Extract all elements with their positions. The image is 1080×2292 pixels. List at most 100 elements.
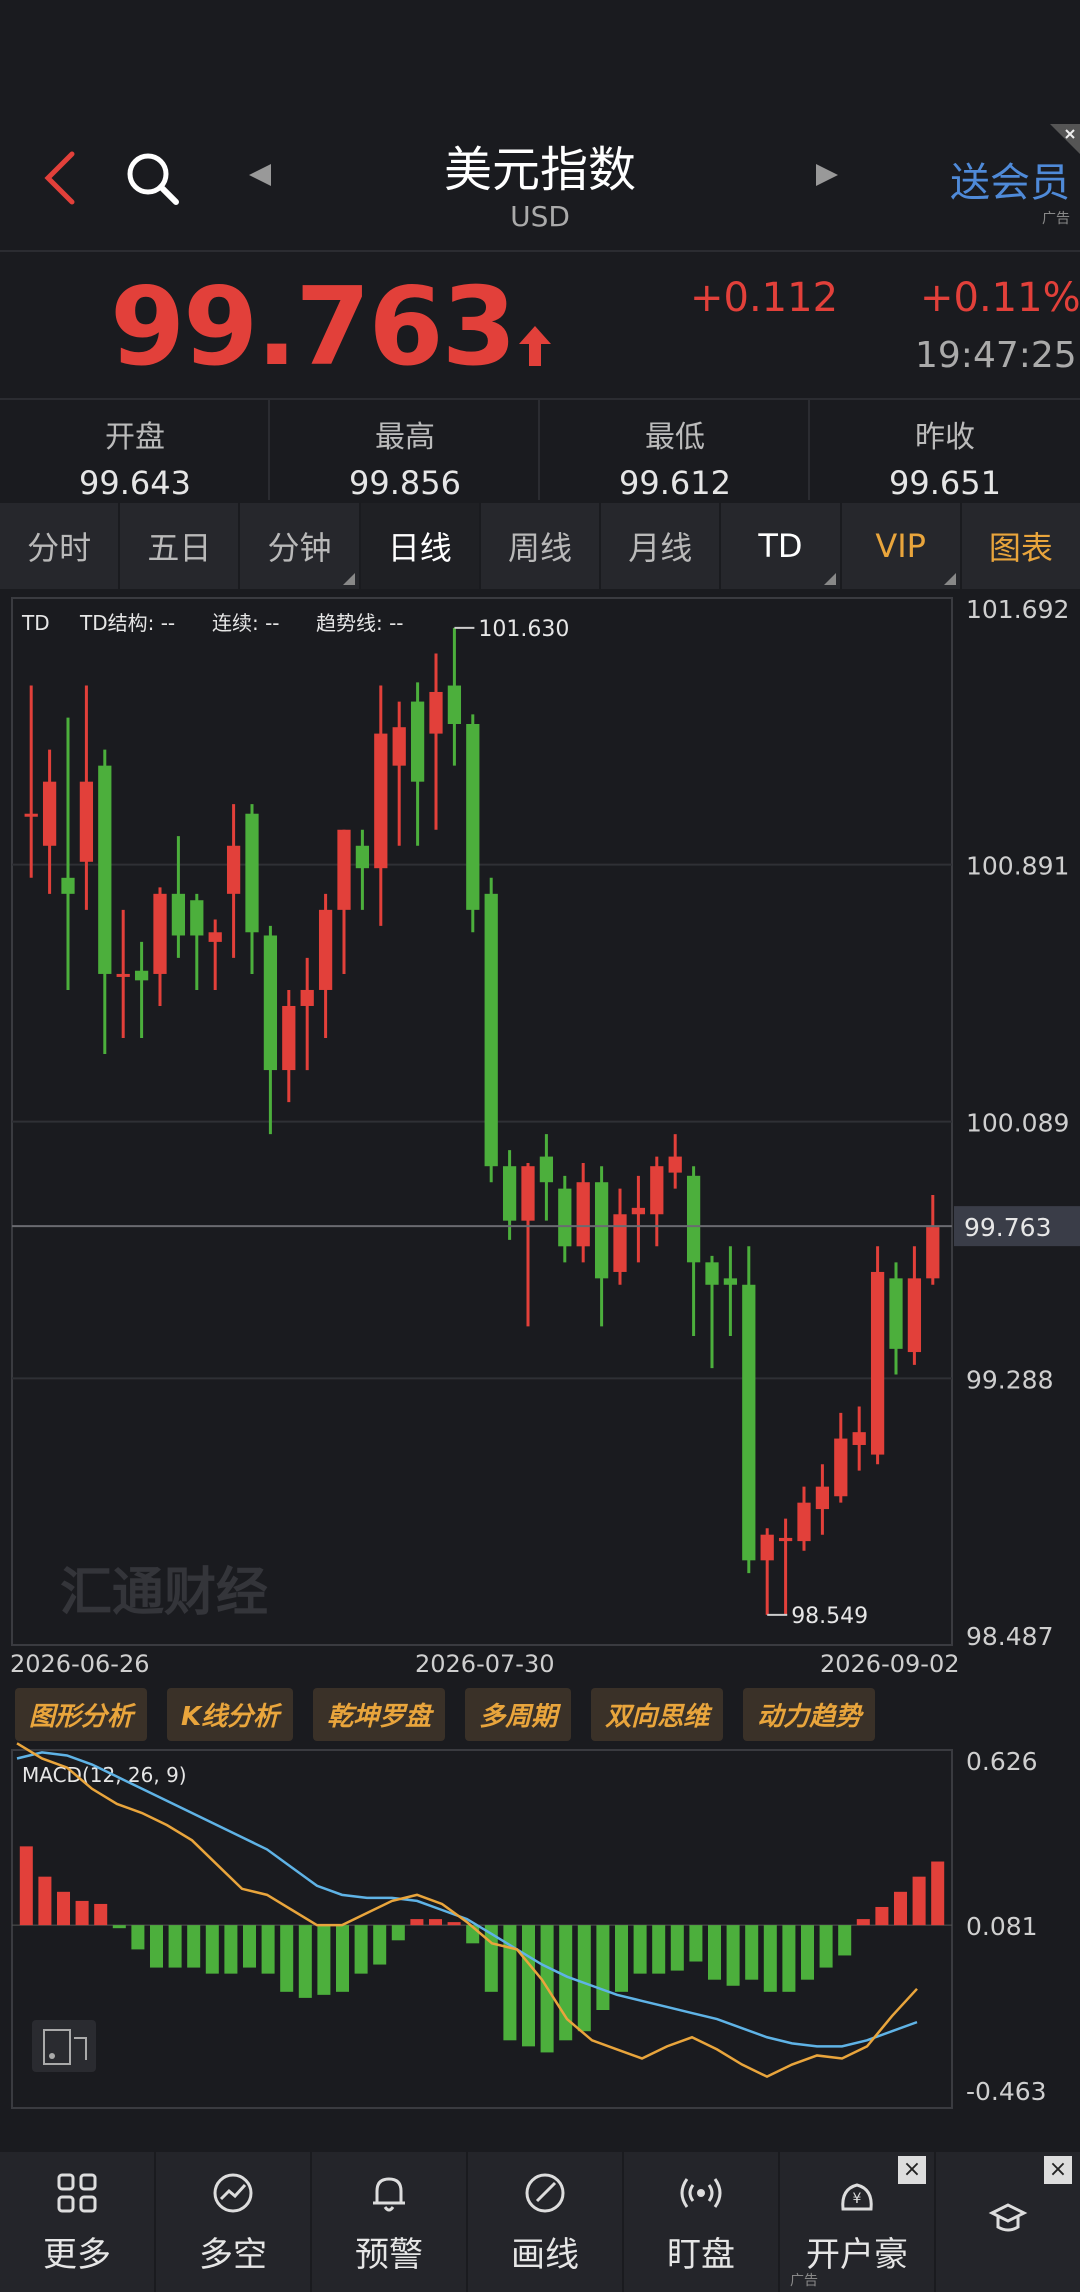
- macd-histogram-bar: [261, 1925, 275, 1974]
- nav-watch[interactable]: 盯盘: [624, 2152, 780, 2292]
- tool-compass[interactable]: 乾坤罗盘: [313, 1688, 446, 1741]
- candle-body: [42, 781, 57, 846]
- x-tick-label: 2026-06-26: [10, 1650, 149, 1678]
- dropdown-corner-icon: [943, 573, 956, 585]
- close-ad-icon[interactable]: ×: [1044, 2156, 1072, 2184]
- close-ad-icon[interactable]: ×: [898, 2156, 926, 2184]
- nav-label: 盯盘: [667, 2234, 735, 2275]
- stat-low: 最低 99.612: [540, 412, 810, 502]
- ad-tag: 广告: [1042, 211, 1070, 227]
- bag-icon: ¥: [841, 2182, 873, 2210]
- y-tick-label: 100.089: [966, 1109, 1069, 1138]
- pen-icon: [525, 2173, 565, 2212]
- macd-histogram-bar: [205, 1925, 219, 1974]
- candle-body: [797, 1502, 811, 1542]
- macd-dea-line: [16, 1751, 918, 2048]
- macd-histogram-bar: [838, 1925, 852, 1956]
- macd-y-tick-label: 0.081: [966, 1912, 1038, 1941]
- macd-histogram-bar: [428, 1919, 443, 1926]
- macd-histogram-bar: [726, 1925, 740, 1986]
- macd-histogram-bar: [94, 1903, 108, 1926]
- candle-body: [852, 1432, 866, 1445]
- nav-alert[interactable]: 预警: [312, 2152, 468, 2292]
- candle-body: [778, 1537, 793, 1542]
- quote-time: 19:47:25: [915, 335, 1077, 376]
- candle-body: [392, 727, 406, 766]
- macd-histogram-bar: [670, 1925, 684, 1971]
- candle-body: [337, 829, 351, 910]
- tab-label: 分钟: [267, 529, 332, 567]
- tool-momentum-trend[interactable]: 动力趋势: [743, 1688, 876, 1741]
- tab-chart[interactable]: 图表: [961, 503, 1080, 589]
- macd-histogram-bar: [242, 1925, 257, 1968]
- candle-body: [870, 1271, 885, 1455]
- nav-label: 开户豪: [806, 2234, 908, 2275]
- tool-pattern-analysis[interactable]: 图形分析: [15, 1688, 148, 1741]
- macd-histogram-bar: [391, 1925, 405, 1941]
- candle-body: [686, 1175, 701, 1263]
- tab-weekly[interactable]: 周线: [480, 503, 600, 589]
- stat-label: 开盘: [105, 420, 165, 455]
- vip-ad-button[interactable]: 送会员 广告: [950, 150, 1070, 228]
- nav-ad-item[interactable]: ×: [936, 2152, 1080, 2292]
- macd-histogram-bar: [875, 1906, 889, 1926]
- candle-body: [668, 1156, 682, 1173]
- stat-label: 最低: [645, 420, 705, 455]
- stat-prev-close: 昨收 99.651: [810, 412, 1080, 502]
- tool-multi-period[interactable]: 多周期: [465, 1688, 572, 1741]
- nav-long-short[interactable]: 多空: [156, 2152, 312, 2292]
- candle-body: [374, 733, 388, 869]
- macd-histogram-bar: [56, 1891, 71, 1926]
- candle-body: [447, 685, 462, 724]
- candle-body: [907, 1278, 922, 1353]
- candle-body: [429, 691, 443, 734]
- stat-open: 开盘 99.643: [0, 412, 270, 502]
- candle-body: [926, 1227, 940, 1279]
- expand-screen-icon[interactable]: [32, 2020, 96, 2072]
- candle-body: [410, 701, 425, 782]
- macd-histogram-bar: [577, 1925, 591, 2032]
- analysis-tools: 图形分析 K线分析 乾坤罗盘 多周期 双向思维 动力趋势: [15, 1688, 876, 1741]
- candlestick-chart[interactable]: 101.692 100.891 100.089 99.288 98.487 汇通财经 TD T…: [0, 590, 1080, 2110]
- tab-td[interactable]: TD: [721, 503, 840, 589]
- macd-histogram-bar: [131, 1925, 145, 1950]
- grid-icon: [57, 2173, 97, 2212]
- macd-histogram-bar: [19, 1846, 33, 1926]
- macd-histogram-bar: [614, 1925, 629, 1992]
- nav-label: 画线: [511, 2234, 579, 2275]
- candle-body: [134, 970, 149, 981]
- tab-daily[interactable]: 日线: [360, 503, 479, 589]
- close-ad-icon[interactable]: [1050, 124, 1080, 154]
- candle-body: [355, 845, 370, 869]
- signal-icon: [680, 2177, 722, 2208]
- tab-intraday[interactable]: 分时: [0, 503, 119, 589]
- tab-five-day[interactable]: 五日: [120, 503, 239, 589]
- tab-monthly[interactable]: 月线: [601, 503, 720, 589]
- candle-body: [558, 1188, 572, 1247]
- tab-minute[interactable]: 分钟: [240, 503, 359, 589]
- tool-two-way[interactable]: 双向思维: [591, 1688, 724, 1741]
- stat-value: 99.643: [79, 464, 191, 502]
- candle-body: [705, 1262, 719, 1285]
- candle-body: [613, 1214, 627, 1272]
- candle-body: [521, 1166, 535, 1221]
- macd-histogram-bar: [149, 1925, 164, 1968]
- macd-histogram-bar: [707, 1925, 722, 1980]
- macd-histogram-bar: [745, 1925, 759, 1980]
- macd-histogram-bar: [819, 1925, 833, 1968]
- tab-vip[interactable]: VIP: [841, 503, 960, 589]
- current-price-tag-label: 99.763: [964, 1213, 1051, 1242]
- macd-histogram-bar: [633, 1925, 647, 1974]
- tool-kline-analysis[interactable]: K线分析: [167, 1688, 294, 1741]
- nav-open-account-ad[interactable]: ¥ 开户豪 × 广告: [780, 2152, 936, 2292]
- macd-histogram-bar: [410, 1919, 424, 1926]
- macd-histogram-bar: [112, 1925, 126, 1929]
- candle-body: [61, 877, 75, 894]
- dropdown-corner-icon: [823, 573, 836, 585]
- candle-body: [834, 1438, 848, 1497]
- tab-label: 周线: [507, 529, 572, 567]
- tab-label: 图表: [988, 529, 1053, 567]
- nav-draw-line[interactable]: 画线: [468, 2152, 624, 2292]
- nav-more[interactable]: 更多: [0, 2152, 156, 2292]
- next-symbol-arrow-icon[interactable]: [812, 160, 842, 190]
